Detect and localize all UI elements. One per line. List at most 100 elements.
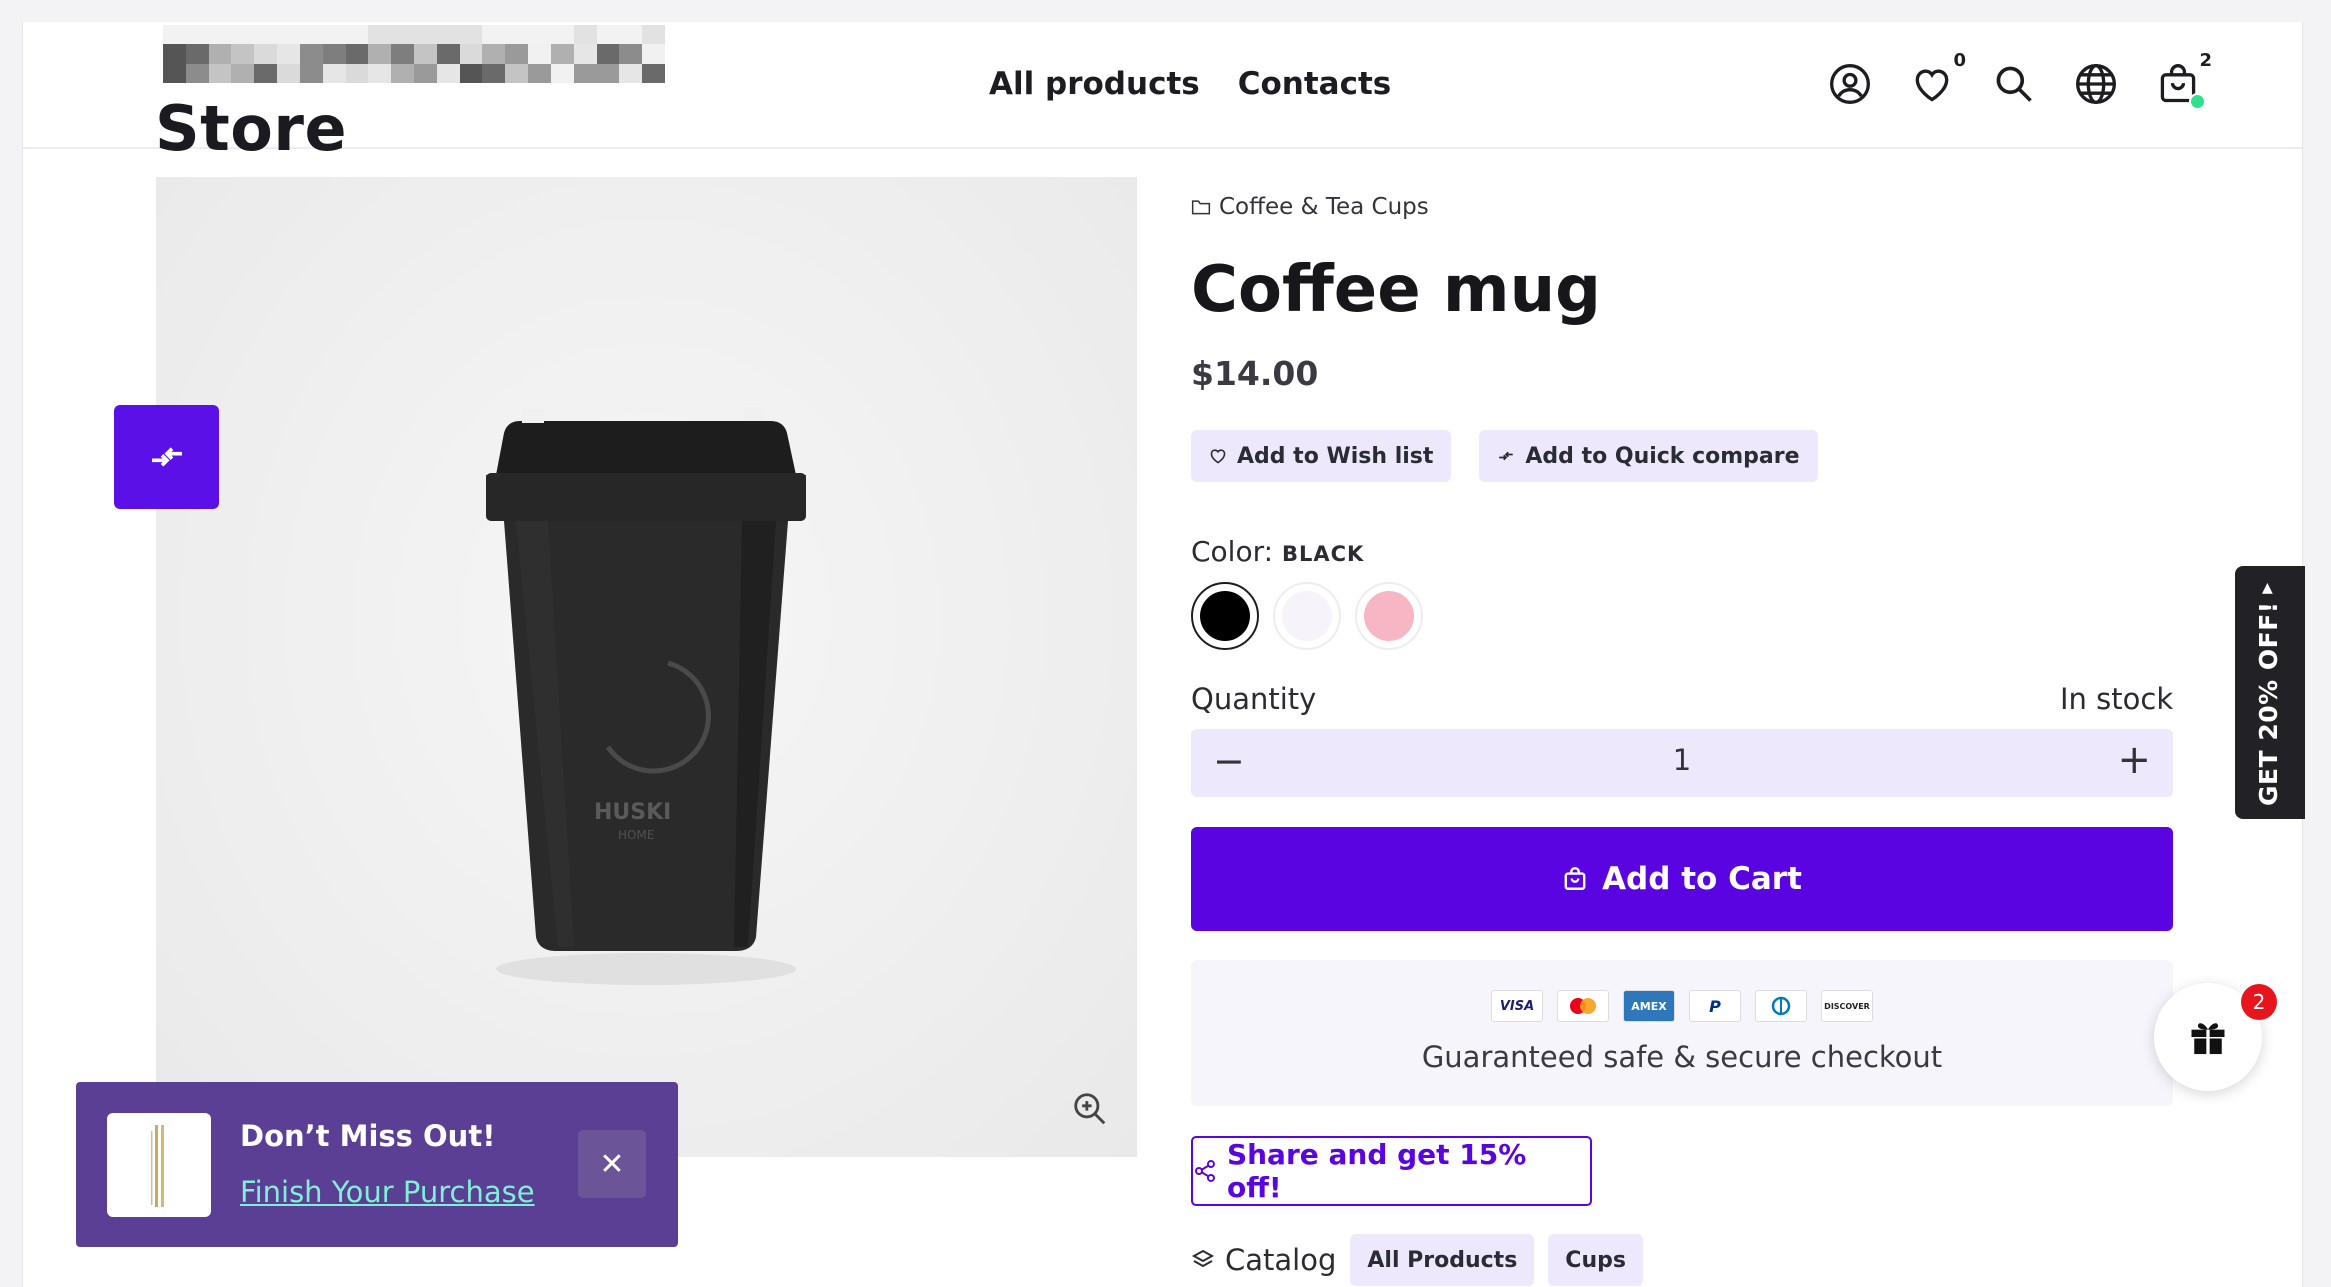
color-label-text: Color: <box>1191 535 1274 568</box>
globe-icon[interactable] <box>2074 62 2118 106</box>
wishlist-label: Add to Wish list <box>1237 443 1434 469</box>
quantity-increase-button[interactable]: + <box>2117 737 2151 783</box>
logo-pixel <box>482 25 506 45</box>
add-to-cart-label: Add to Cart <box>1602 861 1802 897</box>
share-discount-button[interactable]: Share and get 15% off! <box>1191 1136 1592 1206</box>
cart-count: 2 <box>2199 50 2212 71</box>
discover-text: DISCOVER <box>1824 1001 1870 1011</box>
logo-pixel <box>550 25 574 45</box>
wishlist-count: 0 <box>1953 50 1966 71</box>
product-price: $14.00 <box>1191 354 1319 393</box>
layers-icon <box>1191 1249 1215 1268</box>
add-to-wishlist-button[interactable]: Add to Wish list <box>1191 430 1452 482</box>
wishlist-icon[interactable]: 0 <box>1910 50 1966 106</box>
logo-pixel <box>528 25 551 45</box>
logo-pixel <box>528 44 551 64</box>
site-header: Store All products Contacts 0 2 <box>23 22 2302 165</box>
finish-purchase-link[interactable]: Finish Your Purchase <box>240 1175 535 1209</box>
share-icon <box>1194 1160 1215 1182</box>
logo-pixel <box>391 25 414 45</box>
logo-pixel <box>277 63 300 83</box>
logo-pixel <box>322 25 346 45</box>
account-icon[interactable] <box>1828 62 1872 106</box>
mastercard-icon <box>1557 990 1609 1022</box>
logo-pixel <box>436 25 460 45</box>
logo-pixel <box>391 44 414 64</box>
logo-pixel <box>550 44 574 64</box>
popup-product-thumbnail[interactable] <box>107 1113 211 1217</box>
abandoned-cart-popup: Don’t Miss Out! Finish Your Purchase ✕ <box>76 1082 678 1247</box>
logo-pixel <box>642 25 665 45</box>
nav-contacts[interactable]: Contacts <box>1238 66 1392 102</box>
compare-icon <box>1499 451 1514 461</box>
logo-pixel <box>368 25 392 45</box>
brand-subprint: HOME <box>618 828 654 842</box>
logo-pixel <box>163 25 186 45</box>
swatch-white[interactable] <box>1273 582 1341 650</box>
compare-arrows-icon <box>151 447 182 467</box>
logo-pixel <box>345 44 369 64</box>
compare-toggle-button[interactable] <box>114 405 219 509</box>
paypal-icon: P <box>1689 990 1741 1022</box>
swatch-pink[interactable] <box>1355 582 1423 650</box>
add-to-compare-button[interactable]: Add to Quick compare <box>1479 430 1818 482</box>
logo-pixel <box>208 25 232 45</box>
amex-icon: AMEX <box>1623 990 1675 1022</box>
logo-pixel <box>459 63 483 83</box>
quantity-label: Quantity <box>1191 682 1317 716</box>
logo-pixel <box>254 25 278 45</box>
visa-icon: VISA <box>1491 990 1543 1022</box>
collapse-arrow-icon[interactable]: ▲ <box>2262 580 2273 596</box>
tag-cups[interactable]: Cups <box>1548 1234 1643 1286</box>
mug-illustration: HUSKI HOME <box>486 407 806 985</box>
catalog-tags: Catalog All Products Cups <box>1191 1234 1643 1286</box>
discount-side-tab[interactable]: ▲ GET 20% OFF! <box>2235 566 2305 819</box>
logo-pixel <box>345 25 369 45</box>
tag-all-products[interactable]: All Products <box>1350 1234 1535 1286</box>
swatch-pink-fill <box>1364 591 1414 641</box>
header-actions: 0 2 <box>1828 50 2212 110</box>
cart-icon[interactable]: 2 <box>2156 50 2212 110</box>
logo-pixel <box>550 63 574 83</box>
logo-pixel <box>299 44 323 64</box>
color-swatches <box>1191 582 1423 650</box>
logo-pixel <box>163 44 186 64</box>
logo-pixel <box>436 63 460 83</box>
logo-pixel <box>596 44 620 64</box>
logo-pixel <box>482 63 506 83</box>
logo-pixel <box>642 63 665 83</box>
logo-pixel <box>185 25 209 45</box>
breadcrumb[interactable]: Coffee & Tea Cups <box>1191 194 1429 220</box>
zoom-icon[interactable] <box>1071 1090 1109 1128</box>
quantity-input[interactable]: 1 <box>1191 743 2173 777</box>
logo-pixel <box>573 63 597 83</box>
logo-pixel <box>322 44 346 64</box>
color-label: Color: BLACK <box>1191 535 1364 568</box>
swatch-black[interactable] <box>1191 582 1259 650</box>
search-icon[interactable] <box>1992 62 2036 106</box>
logo-pixel <box>414 25 437 45</box>
product-image[interactable]: HUSKI HOME <box>156 177 1137 1157</box>
secure-checkout-text: Guaranteed safe & secure checkout <box>1421 1040 1943 1074</box>
nav-all-products[interactable]: All products <box>989 66 1200 102</box>
swatch-white-fill <box>1282 591 1332 641</box>
stock-status: In stock <box>2060 682 2174 716</box>
logo-pixel <box>299 63 323 83</box>
store-logo[interactable] <box>163 25 665 83</box>
logo-pixel <box>185 44 209 64</box>
logo-pixel <box>619 44 643 64</box>
popup-close-button[interactable]: ✕ <box>578 1130 646 1198</box>
quantity-stepper: − 1 + <box>1191 729 2173 797</box>
logo-pixel <box>254 44 278 64</box>
store-title[interactable]: Store <box>155 92 347 165</box>
logo-pixel <box>322 63 346 83</box>
breadcrumb-category[interactable]: Coffee & Tea Cups <box>1219 194 1429 220</box>
swatch-black-fill <box>1200 591 1250 641</box>
logo-pixel <box>459 44 483 64</box>
logo-pixel <box>528 63 551 83</box>
compare-label: Add to Quick compare <box>1525 443 1800 469</box>
logo-pixel <box>596 63 620 83</box>
add-to-cart-button[interactable]: Add to Cart <box>1191 827 2173 931</box>
amex-text: AMEX <box>1631 999 1667 1013</box>
logo-pixel <box>208 44 232 64</box>
